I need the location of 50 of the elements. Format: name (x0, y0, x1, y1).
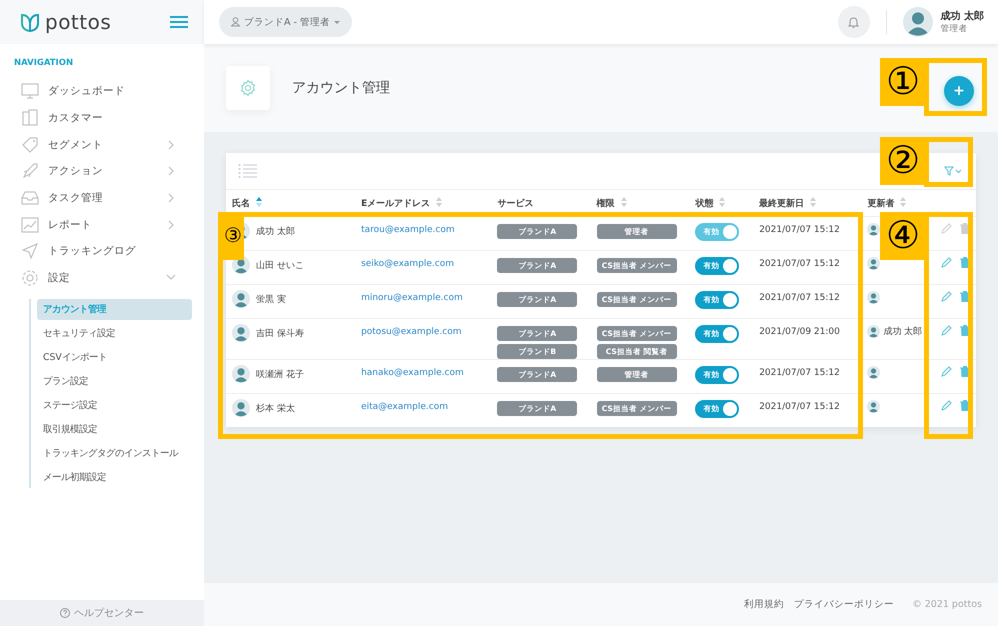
email-link[interactable]: potosu@example.com (361, 327, 462, 337)
page-title: アカウント管理 (292, 79, 390, 97)
date-text: 2021/07/07 15:12 (759, 259, 840, 269)
date-text: 2021/07/07 15:12 (759, 293, 840, 303)
section-heading: NAVIGATION (13, 57, 74, 70)
column-header[interactable]: 状態 (689, 190, 754, 216)
nav-item[interactable]: タスク管理 (0, 184, 204, 212)
date-text: 2021/07/07 15:12 (759, 402, 840, 412)
nav-item[interactable]: レポート (0, 211, 204, 238)
user-name: 山田 せいこ (256, 260, 304, 272)
user-name: 成功 太郎 (940, 9, 984, 23)
date-text: 2021/07/09 21:00 (759, 327, 840, 337)
date-text: 2021/07/07 15:12 (759, 225, 840, 235)
column-header[interactable]: Eメールアドレス (355, 190, 492, 216)
submenu-item[interactable]: プラン設定 (37, 370, 192, 392)
nav-item[interactable]: ダッシュボード (0, 78, 204, 105)
submenu-item[interactable]: セキュリティ設定 (37, 322, 192, 344)
submenu-item[interactable]: トラッキングタグのインストール (37, 442, 192, 464)
submenu-item[interactable]: ステージ設定 (37, 394, 192, 416)
copyright-text: © 2021 pottos (912, 599, 982, 610)
user-name: 成功 太郎 (256, 226, 295, 238)
user-name: 咲瀬洲 花子 (256, 368, 304, 380)
user-name: 吉田 保斗寿 (256, 328, 304, 340)
user-role: 管理者 (940, 23, 969, 35)
date-text: 2021/07/07 15:12 (759, 368, 840, 378)
logo-text: pottos (45, 10, 112, 34)
callout-number: ② (880, 137, 926, 185)
nav-item[interactable]: セグメント (0, 131, 204, 158)
email-link[interactable]: eita@example.com (361, 402, 448, 412)
footer-link[interactable]: 利用規約 (744, 598, 784, 611)
nav-item[interactable]: 設定 (0, 264, 204, 292)
email-link[interactable]: hanako@example.com (361, 368, 464, 378)
submenu-item[interactable]: CSVインポート (37, 346, 192, 368)
user-name: 杉本 栄太 (256, 402, 295, 414)
updater-name: 成功 太郎 (883, 326, 922, 338)
email-link[interactable]: seiko@example.com (361, 259, 454, 269)
callout-number: ④ (880, 212, 926, 260)
callout-number: ① (880, 58, 926, 106)
nav-item[interactable]: カスタマー (0, 104, 204, 132)
submenu-item[interactable]: 取引規模設定 (37, 418, 192, 440)
user-name: 蛍黒 実 (256, 294, 286, 306)
column-header[interactable]: サービス (491, 190, 591, 216)
nav-item[interactable]: トラッキングログ (0, 238, 204, 265)
email-link[interactable]: minoru@example.com (361, 293, 463, 303)
column-header[interactable]: 最終更新日 (753, 190, 862, 216)
footer-link[interactable]: プライバシーポリシー (794, 598, 894, 611)
submenu-item[interactable]: メール初期設定 (37, 466, 192, 488)
account-switcher[interactable]: ブランドA - 管理者 (219, 7, 352, 37)
nav-item[interactable]: アクション (0, 158, 204, 185)
column-header[interactable]: 権限 (590, 190, 690, 216)
